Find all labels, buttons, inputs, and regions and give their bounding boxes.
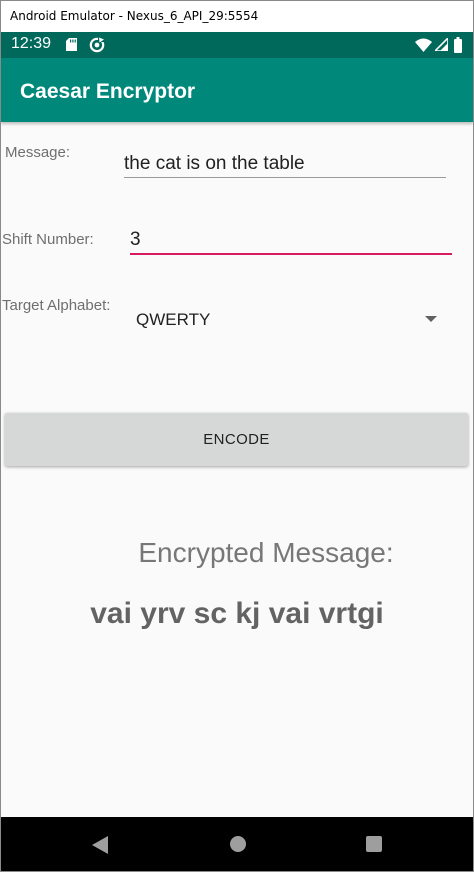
- encrypted-message-title: Encrypted Message:: [138, 537, 394, 568]
- sync-icon: [89, 37, 105, 53]
- app-bar: Caesar Encryptor: [1, 58, 473, 122]
- sd-card-icon: [66, 38, 77, 51]
- message-label: Message:: [5, 144, 71, 161]
- dropdown-arrow-icon: [425, 316, 437, 322]
- encrypted-message-value: vai yrv sc kj vai vrtgi: [90, 597, 384, 630]
- back-icon[interactable]: [92, 836, 108, 854]
- app-title: Caesar Encryptor: [20, 80, 196, 103]
- home-icon[interactable]: [230, 836, 246, 852]
- target-alphabet-label: Target Alphabet:: [2, 297, 111, 314]
- status-bar: 12:39: [1, 32, 473, 58]
- cell-signal-icon: [435, 38, 448, 51]
- emulator-window: Android Emulator - Nexus_6_API_29:5554 1…: [0, 0, 474, 872]
- target-alphabet-dropdown[interactable]: QWERTY: [129, 305, 445, 335]
- window-title: Android Emulator - Nexus_6_API_29:5554: [10, 9, 259, 23]
- status-time: 12:39: [11, 35, 52, 52]
- battery-icon: [454, 37, 462, 53]
- encode-button[interactable]: ENCODE: [5, 413, 468, 466]
- target-alphabet-selected: QWERTY: [136, 310, 211, 329]
- shift-number-label: Shift Number:: [2, 231, 94, 248]
- window-title-bar: Android Emulator - Nexus_6_API_29:5554: [1, 1, 473, 32]
- recents-icon[interactable]: [366, 836, 382, 852]
- message-input[interactable]: [124, 151, 446, 178]
- wifi-icon: [415, 38, 432, 52]
- shift-number-input[interactable]: [130, 227, 452, 255]
- navigation-bar: [1, 817, 473, 871]
